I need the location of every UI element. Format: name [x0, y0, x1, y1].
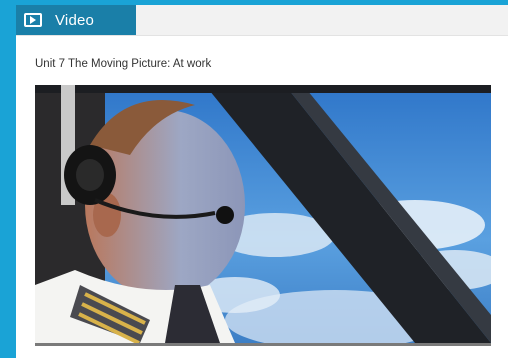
video-play-icon — [24, 13, 42, 27]
video-progress-track[interactable] — [35, 343, 491, 346]
video-frame — [35, 85, 491, 343]
tab-video-label: Video — [55, 11, 95, 29]
video-player[interactable] — [35, 85, 491, 343]
unit-title: Unit 7 The Moving Picture: At work — [35, 58, 212, 70]
tab-video[interactable]: Video — [16, 5, 136, 35]
video-panel: Video Unit 7 The Moving Picture: At work — [16, 5, 508, 358]
panel-header: Video — [16, 5, 508, 36]
